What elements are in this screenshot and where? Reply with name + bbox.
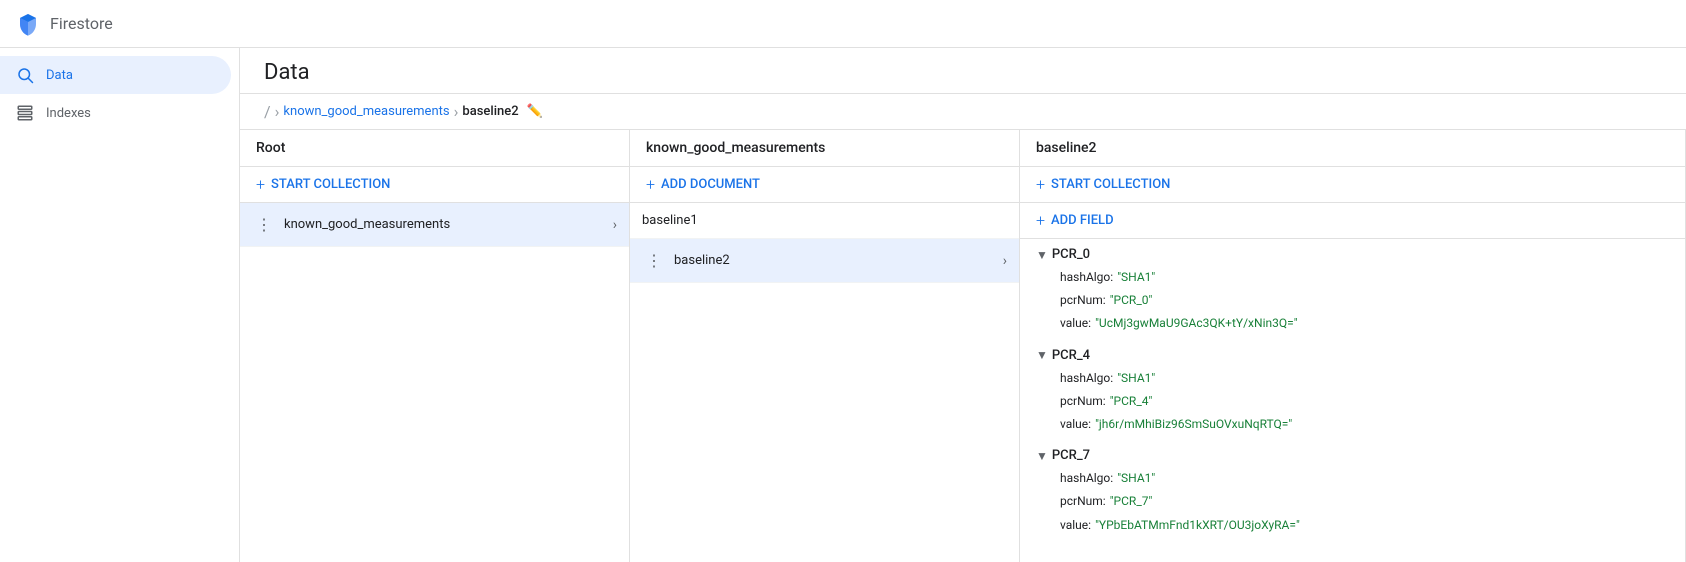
plus-icon-field: + bbox=[1036, 211, 1045, 230]
page-title: Data bbox=[264, 60, 310, 85]
root-panel-content: ⋮ known_good_measurements › bbox=[240, 203, 629, 562]
add-field-label: ADD FIELD bbox=[1051, 213, 1114, 228]
pcr4-value-value: "jh6r/mMhiBiz96SmSuOVxuNqRTQ=" bbox=[1095, 415, 1292, 434]
document-item-baseline2[interactable]: ⋮ baseline2 › bbox=[630, 239, 1019, 283]
sidebar-item-indexes[interactable]: Indexes bbox=[0, 94, 231, 132]
sidebar-item-data-label: Data bbox=[46, 68, 73, 83]
add-document-btn[interactable]: + ADD DOCUMENT bbox=[630, 167, 1019, 203]
document-panel-header: baseline2 bbox=[1020, 130, 1685, 167]
doc-item-name-baseline2: baseline2 bbox=[674, 253, 995, 268]
sidebar: Data Indexes bbox=[0, 48, 240, 562]
pcr4-fields: hashAlgo: "SHA1" pcrNum: "PCR_4" value: … bbox=[1020, 367, 1685, 437]
breadcrumb-chevron: › bbox=[275, 102, 280, 121]
expand-icon-pcr4: ▼ bbox=[1036, 348, 1048, 362]
root-panel-header: Root bbox=[240, 130, 629, 167]
collection-item-known-good[interactable]: ⋮ known_good_measurements › bbox=[240, 203, 629, 247]
chevron-right-icon: › bbox=[613, 217, 617, 233]
edit-icon[interactable]: ✏️ bbox=[527, 104, 543, 119]
main-layout: Data Indexes Data / › known_good_measure… bbox=[0, 48, 1686, 562]
app-title: Firestore bbox=[50, 14, 113, 33]
root-panel: Root + START COLLECTION ⋮ known_good_mea… bbox=[240, 130, 630, 562]
pcr0-hashalgo-value: "SHA1" bbox=[1117, 268, 1155, 287]
pcr4-value-key: value: bbox=[1060, 415, 1091, 434]
breadcrumb-current: baseline2 bbox=[462, 104, 518, 119]
pcr0-fields: hashAlgo: "SHA1" pcrNum: "PCR_0" value: … bbox=[1020, 266, 1685, 336]
pcr7-name: PCR_7 bbox=[1052, 448, 1090, 463]
firestore-logo-icon bbox=[16, 12, 40, 36]
pcr7-pcrnum-value: "PCR_7" bbox=[1110, 492, 1153, 511]
sidebar-item-indexes-label: Indexes bbox=[46, 106, 91, 121]
pcr0-hashalgo: hashAlgo: "SHA1" bbox=[1036, 266, 1685, 289]
add-field-btn[interactable]: + ADD FIELD bbox=[1020, 203, 1685, 239]
chevron-right-icon2: › bbox=[1003, 253, 1007, 269]
collection-panel-header: known_good_measurements bbox=[630, 130, 1019, 167]
pcr0-section: ▼ PCR_0 hashAlgo: "SHA1" pcrNum: "PCR_0" bbox=[1020, 239, 1685, 340]
expand-icon-pcr7: ▼ bbox=[1036, 449, 1048, 463]
pcr7-pcrnum-key: pcrNum: bbox=[1060, 492, 1106, 511]
pcr7-expand[interactable]: ▼ PCR_7 bbox=[1020, 444, 1685, 467]
pcr0-pcrnum: pcrNum: "PCR_0" bbox=[1036, 289, 1685, 312]
panels: Root + START COLLECTION ⋮ known_good_mea… bbox=[240, 130, 1686, 562]
pcr4-value: value: "jh6r/mMhiBiz96SmSuOVxuNqRTQ=" bbox=[1036, 413, 1685, 436]
pcr4-pcrnum-value: "PCR_4" bbox=[1110, 392, 1153, 411]
pcr7-hashalgo: hashAlgo: "SHA1" bbox=[1036, 467, 1685, 490]
item-dots-icon[interactable]: ⋮ bbox=[252, 213, 276, 236]
top-bar: Firestore bbox=[0, 0, 1686, 48]
breadcrumb: / › known_good_measurements › baseline2 … bbox=[240, 94, 1686, 130]
doc-start-collection-label: START COLLECTION bbox=[1051, 177, 1170, 192]
doc-item-name-baseline1: baseline1 bbox=[642, 213, 1007, 228]
expand-icon-pcr0: ▼ bbox=[1036, 248, 1048, 262]
pcr0-value-value: "UcMj3gwMaU9GAc3QK+tY/xNin3Q=" bbox=[1095, 314, 1297, 333]
sidebar-item-data[interactable]: Data bbox=[0, 56, 231, 94]
pcr4-expand[interactable]: ▼ PCR_4 bbox=[1020, 344, 1685, 367]
data-icon bbox=[16, 66, 34, 84]
pcr0-pcrnum-value: "PCR_0" bbox=[1110, 291, 1153, 310]
plus-icon: + bbox=[256, 175, 265, 194]
content-area: Data / › known_good_measurements › basel… bbox=[240, 48, 1686, 562]
pcr0-pcrnum-key: pcrNum: bbox=[1060, 291, 1106, 310]
plus-icon-doc: + bbox=[646, 175, 655, 194]
item-dots-icon2[interactable]: ⋮ bbox=[642, 249, 666, 272]
pcr7-fields: hashAlgo: "SHA1" pcrNum: "PCR_7" value: … bbox=[1020, 467, 1685, 537]
breadcrumb-chevron2: › bbox=[454, 102, 459, 121]
pcr4-pcrnum-key: pcrNum: bbox=[1060, 392, 1106, 411]
pcr4-hashalgo-value: "SHA1" bbox=[1117, 369, 1155, 388]
document-item-baseline1[interactable]: baseline1 bbox=[630, 203, 1019, 239]
document-panel: baseline2 + START COLLECTION + ADD FIELD… bbox=[1020, 130, 1686, 562]
pcr4-name: PCR_4 bbox=[1052, 348, 1090, 363]
plus-icon-start: + bbox=[1036, 175, 1045, 194]
pcr4-hashalgo-key: hashAlgo: bbox=[1060, 369, 1113, 388]
collection-panel: known_good_measurements + ADD DOCUMENT b… bbox=[630, 130, 1020, 562]
breadcrumb-link-collection[interactable]: known_good_measurements bbox=[283, 104, 449, 119]
app-logo: Firestore bbox=[16, 12, 113, 36]
collection-panel-content: baseline1 ⋮ baseline2 › bbox=[630, 203, 1019, 562]
pcr0-value: value: "UcMj3gwMaU9GAc3QK+tY/xNin3Q=" bbox=[1036, 312, 1685, 335]
pcr7-value: value: "YPbEbATMmFnd1kXRT/OU3joXyRA=" bbox=[1036, 514, 1685, 537]
doc-start-collection-btn[interactable]: + START COLLECTION bbox=[1020, 167, 1685, 203]
pcr7-hashalgo-key: hashAlgo: bbox=[1060, 469, 1113, 488]
pcr7-value-value: "YPbEbATMmFnd1kXRT/OU3joXyRA=" bbox=[1095, 516, 1300, 535]
indexes-icon bbox=[16, 104, 34, 122]
pcr7-value-key: value: bbox=[1060, 516, 1091, 535]
pcr7-hashalgo-value: "SHA1" bbox=[1117, 469, 1155, 488]
root-start-collection-btn[interactable]: + START COLLECTION bbox=[240, 167, 629, 203]
breadcrumb-root-sep: / bbox=[264, 102, 271, 121]
pcr0-name: PCR_0 bbox=[1052, 247, 1090, 262]
pcr7-pcrnum: pcrNum: "PCR_7" bbox=[1036, 490, 1685, 513]
pcr4-pcrnum: pcrNum: "PCR_4" bbox=[1036, 390, 1685, 413]
pcr0-value-key: value: bbox=[1060, 314, 1091, 333]
pcr7-section: ▼ PCR_7 hashAlgo: "SHA1" pcrNum: "PCR_7" bbox=[1020, 440, 1685, 541]
page-header: Data bbox=[240, 48, 1686, 94]
pcr4-section: ▼ PCR_4 hashAlgo: "SHA1" pcrNum: "PCR_4" bbox=[1020, 340, 1685, 441]
pcr4-hashalgo: hashAlgo: "SHA1" bbox=[1036, 367, 1685, 390]
pcr0-hashalgo-key: hashAlgo: bbox=[1060, 268, 1113, 287]
root-start-collection-label: START COLLECTION bbox=[271, 177, 390, 192]
collection-item-name: known_good_measurements bbox=[284, 217, 605, 232]
pcr0-expand[interactable]: ▼ PCR_0 bbox=[1020, 243, 1685, 266]
add-document-label: ADD DOCUMENT bbox=[661, 177, 760, 192]
